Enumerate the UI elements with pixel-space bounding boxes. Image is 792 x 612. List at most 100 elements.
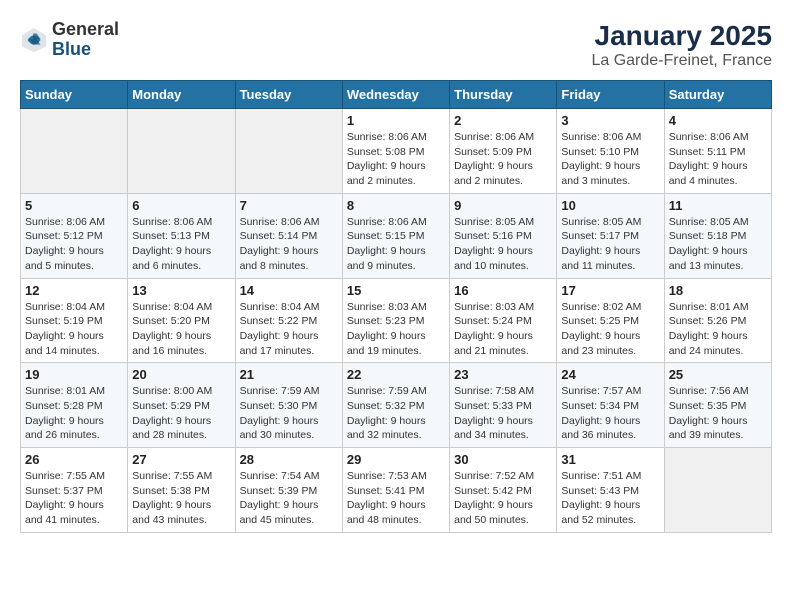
day-info: Sunrise: 8:04 AMSunset: 5:20 PMDaylight:… [132,300,230,359]
day-info: Sunrise: 7:51 AMSunset: 5:43 PMDaylight:… [561,469,659,528]
day-number: 15 [347,283,445,298]
col-header-saturday: Saturday [664,81,771,109]
col-header-tuesday: Tuesday [235,81,342,109]
day-number: 29 [347,452,445,467]
calendar-cell: 3 Sunrise: 8:06 AMSunset: 5:10 PMDaylight… [557,109,664,194]
calendar-cell: 30 Sunrise: 7:52 AMSunset: 5:42 PMDayligh… [450,448,557,533]
calendar-cell: 24 Sunrise: 7:57 AMSunset: 5:34 PMDayligh… [557,363,664,448]
day-info: Sunrise: 8:02 AMSunset: 5:25 PMDaylight:… [561,300,659,359]
day-info: Sunrise: 8:04 AMSunset: 5:19 PMDaylight:… [25,300,123,359]
calendar-header-row: SundayMondayTuesdayWednesdayThursdayFrid… [21,81,772,109]
day-number: 25 [669,367,767,382]
day-number: 2 [454,113,552,128]
day-info: Sunrise: 8:01 AMSunset: 5:28 PMDaylight:… [25,384,123,443]
day-info: Sunrise: 7:55 AMSunset: 5:38 PMDaylight:… [132,469,230,528]
day-info: Sunrise: 8:03 AMSunset: 5:24 PMDaylight:… [454,300,552,359]
day-info: Sunrise: 8:06 AMSunset: 5:13 PMDaylight:… [132,215,230,274]
day-info: Sunrise: 8:06 AMSunset: 5:08 PMDaylight:… [347,130,445,189]
col-header-friday: Friday [557,81,664,109]
week-row-5: 26 Sunrise: 7:55 AMSunset: 5:37 PMDayligh… [21,448,772,533]
calendar-cell: 17Sunrise: 8:02 AMSunset: 5:25 PMDayligh… [557,278,664,363]
week-row-1: 1Sunrise: 8:06 AMSunset: 5:08 PMDaylight… [21,109,772,194]
logo-icon [20,26,48,54]
calendar-cell: 5 Sunrise: 8:06 AMSunset: 5:12 PMDaylight… [21,193,128,278]
day-number: 9 [454,198,552,213]
day-info: Sunrise: 8:03 AMSunset: 5:23 PMDaylight:… [347,300,445,359]
day-info: Sunrise: 8:00 AMSunset: 5:29 PMDaylight:… [132,384,230,443]
day-number: 13 [132,283,230,298]
calendar-cell: 10Sunrise: 8:05 AMSunset: 5:17 PMDayligh… [557,193,664,278]
logo: General Blue [20,20,119,60]
logo-text: General Blue [52,20,119,60]
day-number: 27 [132,452,230,467]
day-info: Sunrise: 8:06 AMSunset: 5:12 PMDaylight:… [25,215,123,274]
day-info: Sunrise: 8:06 AMSunset: 5:11 PMDaylight:… [669,130,767,189]
day-number: 6 [132,198,230,213]
calendar-cell [235,109,342,194]
day-number: 14 [240,283,338,298]
day-number: 30 [454,452,552,467]
calendar-cell: 18Sunrise: 8:01 AMSunset: 5:26 PMDayligh… [664,278,771,363]
day-number: 24 [561,367,659,382]
calendar-cell: 19Sunrise: 8:01 AMSunset: 5:28 PMDayligh… [21,363,128,448]
day-info: Sunrise: 8:05 AMSunset: 5:18 PMDaylight:… [669,215,767,274]
page-title: January 2025 [591,20,772,52]
calendar-cell [664,448,771,533]
calendar-cell: 28Sunrise: 7:54 AMSunset: 5:39 PMDayligh… [235,448,342,533]
day-number: 4 [669,113,767,128]
calendar-cell: 2 Sunrise: 8:06 AMSunset: 5:09 PMDaylight… [450,109,557,194]
calendar-cell: 6 Sunrise: 8:06 AMSunset: 5:13 PMDaylight… [128,193,235,278]
calendar-cell [128,109,235,194]
day-info: Sunrise: 8:06 AMSunset: 5:10 PMDaylight:… [561,130,659,189]
calendar-cell: 13 Sunrise: 8:04 AMSunset: 5:20 PMDayligh… [128,278,235,363]
calendar-cell: 25Sunrise: 7:56 AMSunset: 5:35 PMDayligh… [664,363,771,448]
day-info: Sunrise: 7:59 AMSunset: 5:30 PMDaylight:… [240,384,338,443]
calendar-cell: 8 Sunrise: 8:06 AMSunset: 5:15 PMDaylight… [342,193,449,278]
day-number: 12 [25,283,123,298]
week-row-4: 19Sunrise: 8:01 AMSunset: 5:28 PMDayligh… [21,363,772,448]
day-number: 3 [561,113,659,128]
day-number: 20 [132,367,230,382]
day-info: Sunrise: 8:06 AMSunset: 5:09 PMDaylight:… [454,130,552,189]
day-number: 11 [669,198,767,213]
calendar-cell: 26 Sunrise: 7:55 AMSunset: 5:37 PMDayligh… [21,448,128,533]
title-block: January 2025 La Garde-Freinet, France [591,20,772,70]
day-number: 22 [347,367,445,382]
col-header-sunday: Sunday [21,81,128,109]
day-info: Sunrise: 8:05 AMSunset: 5:16 PMDaylight:… [454,215,552,274]
day-info: Sunrise: 7:55 AMSunset: 5:37 PMDaylight:… [25,469,123,528]
day-info: Sunrise: 7:52 AMSunset: 5:42 PMDaylight:… [454,469,552,528]
day-number: 7 [240,198,338,213]
day-info: Sunrise: 8:06 AMSunset: 5:14 PMDaylight:… [240,215,338,274]
week-row-3: 12 Sunrise: 8:04 AMSunset: 5:19 PMDayligh… [21,278,772,363]
calendar-cell: 20 Sunrise: 8:00 AMSunset: 5:29 PMDayligh… [128,363,235,448]
day-number: 18 [669,283,767,298]
week-row-2: 5 Sunrise: 8:06 AMSunset: 5:12 PMDaylight… [21,193,772,278]
day-info: Sunrise: 7:57 AMSunset: 5:34 PMDaylight:… [561,384,659,443]
day-number: 31 [561,452,659,467]
day-number: 5 [25,198,123,213]
calendar-cell: 14 Sunrise: 8:04 AMSunset: 5:22 PMDayligh… [235,278,342,363]
calendar-cell: 16Sunrise: 8:03 AMSunset: 5:24 PMDayligh… [450,278,557,363]
day-number: 8 [347,198,445,213]
col-header-thursday: Thursday [450,81,557,109]
calendar-cell: 9 Sunrise: 8:05 AMSunset: 5:16 PMDaylight… [450,193,557,278]
calendar-cell [21,109,128,194]
calendar-cell: 15 Sunrise: 8:03 AMSunset: 5:23 PMDayligh… [342,278,449,363]
day-info: Sunrise: 8:06 AMSunset: 5:15 PMDaylight:… [347,215,445,274]
calendar-cell: 31 Sunrise: 7:51 AMSunset: 5:43 PMDayligh… [557,448,664,533]
day-info: Sunrise: 7:53 AMSunset: 5:41 PMDaylight:… [347,469,445,528]
day-info: Sunrise: 8:04 AMSunset: 5:22 PMDaylight:… [240,300,338,359]
day-info: Sunrise: 8:05 AMSunset: 5:17 PMDaylight:… [561,215,659,274]
page-subtitle: La Garde-Freinet, France [591,52,772,70]
col-header-wednesday: Wednesday [342,81,449,109]
day-number: 26 [25,452,123,467]
calendar-table: SundayMondayTuesdayWednesdayThursdayFrid… [20,80,772,533]
col-header-monday: Monday [128,81,235,109]
calendar-cell: 11 Sunrise: 8:05 AMSunset: 5:18 PMDayligh… [664,193,771,278]
day-number: 21 [240,367,338,382]
calendar-cell: 22Sunrise: 7:59 AMSunset: 5:32 PMDayligh… [342,363,449,448]
day-number: 28 [240,452,338,467]
calendar-cell: 12 Sunrise: 8:04 AMSunset: 5:19 PMDayligh… [21,278,128,363]
calendar-cell: 7 Sunrise: 8:06 AMSunset: 5:14 PMDaylight… [235,193,342,278]
